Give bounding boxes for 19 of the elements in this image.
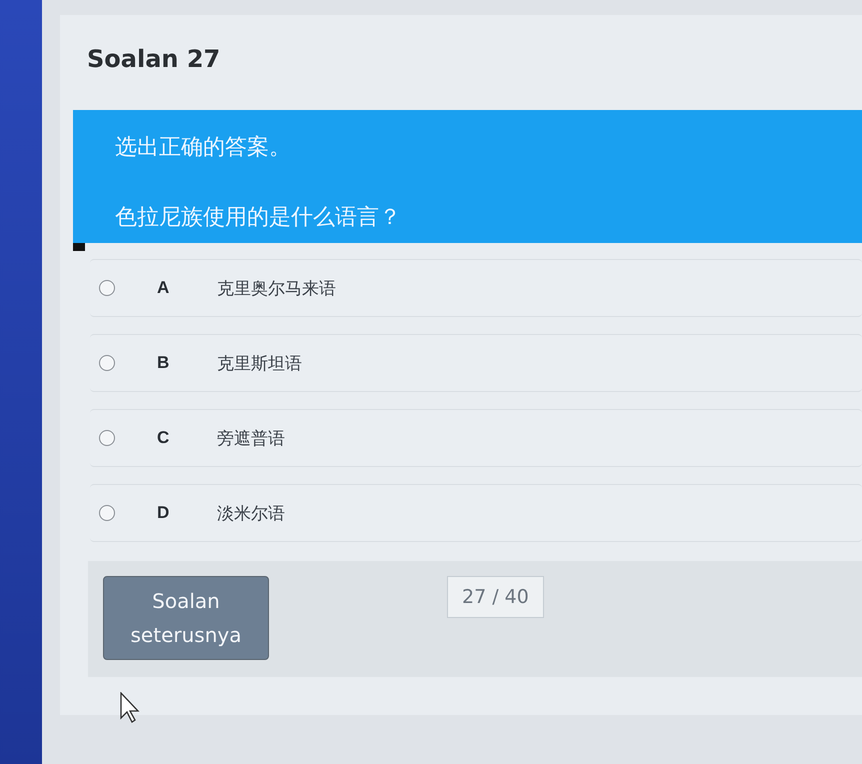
option-text: 淡米尔语: [217, 502, 285, 524]
question-counter: 27 / 40: [447, 576, 544, 618]
cursor-icon: [120, 692, 140, 724]
radio-button[interactable]: [99, 355, 115, 371]
option-text: 克里奥尔马来语: [217, 278, 336, 300]
marker-square: [73, 243, 85, 251]
next-question-button[interactable]: Soalan seterusnya: [103, 576, 269, 660]
option-letter: B: [157, 353, 170, 373]
option-letter: A: [157, 278, 170, 298]
option-letter: D: [157, 503, 170, 523]
instruction-text: 选出正确的答案。: [115, 134, 292, 162]
option-letter: C: [157, 428, 170, 448]
radio-button[interactable]: [99, 430, 115, 446]
radio-button[interactable]: [99, 280, 115, 296]
option-text: 旁遮普语: [217, 428, 285, 450]
option-text: 克里斯坦语: [217, 352, 302, 374]
question-title: Soalan 27: [86, 44, 222, 75]
question-text: 色拉尼族使用的是什么语言？: [115, 204, 402, 232]
radio-button[interactable]: [99, 505, 115, 521]
